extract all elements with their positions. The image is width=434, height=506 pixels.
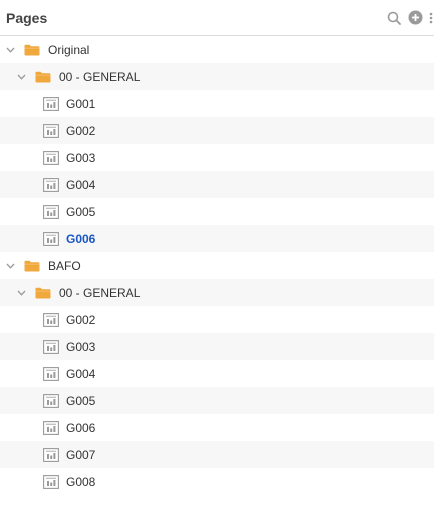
search-button[interactable]: [385, 9, 403, 27]
folder-icon: [35, 71, 51, 83]
pages-tree: Original 00 - GENERAL G001 G002 G003 G004 G005…: [0, 36, 434, 495]
page-sheet-icon: [43, 177, 59, 192]
page-sheet-icon: [43, 231, 59, 246]
tree-page-row[interactable]: G004: [0, 360, 434, 387]
folder-icon: [24, 44, 40, 56]
tree-item-label: Original: [48, 42, 90, 57]
folder-icon: [35, 287, 51, 299]
panel-title: Pages: [6, 9, 48, 26]
tree-page-row[interactable]: G005: [0, 387, 434, 414]
page-sheet-icon: [43, 447, 59, 462]
tree-item-label: G007: [66, 447, 96, 462]
tree-item-label: G003: [66, 339, 96, 354]
page-sheet-icon: [43, 204, 59, 219]
tree-item-label: 00 - GENERAL: [59, 69, 141, 84]
tree-item-label: BAFO: [48, 258, 81, 273]
more-options-button[interactable]: [428, 9, 434, 27]
tree-folder-row[interactable]: 00 - GENERAL: [0, 63, 434, 90]
tree-item-label: 00 - GENERAL: [59, 285, 141, 300]
tree-item-label: G006: [66, 420, 96, 435]
tree-item-label: G005: [66, 204, 96, 219]
pages-panel-header: Pages: [0, 0, 434, 36]
search-icon: [387, 11, 401, 25]
page-sheet-icon: [43, 123, 59, 138]
page-sheet-icon: [43, 474, 59, 489]
tree-item-label: G002: [66, 312, 96, 327]
chevron-down-icon[interactable]: [16, 72, 26, 82]
tree-page-row[interactable]: G006: [0, 414, 434, 441]
tree-page-row[interactable]: G005: [0, 198, 434, 225]
tree-page-row[interactable]: G003: [0, 144, 434, 171]
chevron-down-icon[interactable]: [5, 45, 15, 55]
tree-item-label: G004: [66, 366, 96, 381]
tree-item-label: G003: [66, 150, 96, 165]
more-vertical-icon: [429, 12, 433, 23]
folder-icon: [24, 260, 40, 272]
page-sheet-icon: [43, 393, 59, 408]
tree-page-row[interactable]: G002: [0, 306, 434, 333]
tree-page-row[interactable]: G001: [0, 90, 434, 117]
add-page-button[interactable]: [406, 9, 424, 27]
tree-page-row[interactable]: G003: [0, 333, 434, 360]
tree-item-label: G006: [66, 231, 96, 246]
tree-item-label: G008: [66, 474, 96, 489]
tree-group-row[interactable]: BAFO: [0, 252, 434, 279]
tree-item-label: G002: [66, 123, 96, 138]
tree-item-label: G004: [66, 177, 96, 192]
tree-folder-row[interactable]: 00 - GENERAL: [0, 279, 434, 306]
chevron-down-icon[interactable]: [5, 261, 15, 271]
tree-item-label: G001: [66, 96, 96, 111]
add-circle-icon: [408, 10, 422, 25]
chevron-down-icon[interactable]: [16, 288, 26, 298]
tree-group-row[interactable]: Original: [0, 36, 434, 63]
tree-page-row[interactable]: G008: [0, 468, 434, 495]
page-sheet-icon: [43, 366, 59, 381]
tree-page-row-active[interactable]: G006: [0, 225, 434, 252]
tree-item-label: G005: [66, 393, 96, 408]
page-sheet-icon: [43, 312, 59, 327]
page-sheet-icon: [43, 96, 59, 111]
tree-page-row[interactable]: G002: [0, 117, 434, 144]
tree-page-row[interactable]: G004: [0, 171, 434, 198]
page-sheet-icon: [43, 150, 59, 165]
tree-page-row[interactable]: G007: [0, 441, 434, 468]
header-actions: [385, 0, 434, 35]
page-sheet-icon: [43, 339, 59, 354]
page-sheet-icon: [43, 420, 59, 435]
